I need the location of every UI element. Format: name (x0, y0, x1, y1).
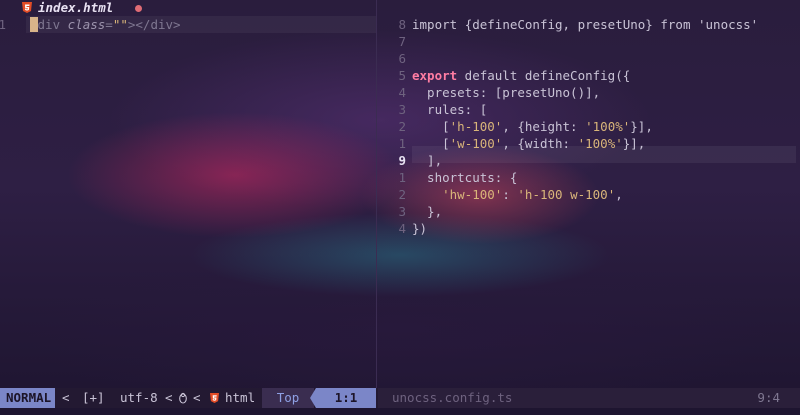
modified-flag: [+] (82, 390, 105, 405)
cursor-position: 1:1 (316, 388, 376, 408)
code-token: "" (112, 17, 128, 32)
command-line[interactable] (0, 408, 800, 415)
separator-1: < (165, 390, 173, 405)
code-token: }) (412, 221, 428, 236)
tabline: index.html (0, 0, 376, 16)
code-line[interactable]: import {defineConfig, presetUno} from 'u… (412, 16, 758, 33)
code-line[interactable]: rules: [ (412, 101, 487, 118)
code-token: 'unocss' (698, 17, 759, 32)
code-token: presets: [presetUno()], (412, 85, 601, 100)
line-number: 3 (398, 102, 406, 117)
right-cursor-position: 9:4 (757, 390, 780, 405)
html5-icon (22, 2, 32, 13)
statusline: NORMAL < [+] utf-8 < < html Top 1:1 unoc… (0, 388, 800, 408)
code-line[interactable]: ], (412, 152, 442, 169)
code-line[interactable]: <div class=""></div> (30, 16, 181, 33)
mode-separator: < (62, 390, 70, 405)
code-token: [ (412, 136, 450, 151)
code-token: }], (630, 119, 653, 134)
code-token: '100%' (585, 119, 631, 134)
right-filename: unocss.config.ts (392, 390, 513, 405)
code-token: = (105, 17, 113, 32)
filetype-label: html (225, 390, 256, 405)
code-token: '100%' (577, 136, 623, 151)
code-token: {defineConfig, presetUno} (464, 17, 653, 32)
line-number: 5 (398, 68, 406, 83)
code-token: [ (412, 119, 450, 134)
code-token: ></div> (127, 17, 181, 32)
line-number: 2 (398, 187, 406, 202)
line-number: 9 (398, 153, 406, 168)
code-line[interactable]: ['h-100', {height: '100%'}], (412, 118, 653, 135)
code-token: 'h-100 w-100' (517, 187, 616, 202)
line-number: 3 (398, 204, 406, 219)
code-token: div (37, 17, 61, 32)
code-token: }], (622, 136, 646, 151)
code-token: , {height: (502, 119, 586, 134)
code-token: 'w-100' (449, 136, 503, 151)
code-token: ], (412, 153, 443, 168)
code-line[interactable]: ['w-100', {width: '100%'}], (412, 135, 645, 152)
code-token: }, (412, 204, 443, 219)
mode-indicator: NORMAL (0, 388, 56, 408)
code-token: : (502, 187, 518, 202)
line-number: 1 (398, 170, 406, 185)
code-token: export (412, 68, 458, 83)
scroll-position: Top (262, 388, 314, 408)
code-line[interactable]: }) (412, 220, 427, 237)
code-line[interactable]: 'hw-100': 'h-100 w-100', (412, 186, 623, 203)
tab-filename[interactable]: index.html (38, 0, 113, 16)
modified-dot-icon (135, 5, 142, 12)
code-line[interactable]: }, (412, 203, 442, 220)
linux-penguin-icon (179, 392, 187, 404)
separator-2: < (193, 390, 201, 405)
code-line[interactable]: presets: [presetUno()], (412, 84, 600, 101)
code-line[interactable]: shortcuts: { (412, 169, 517, 186)
text-cursor (30, 17, 38, 32)
code-token: import (412, 17, 465, 32)
encoding-label: utf-8 (120, 390, 158, 405)
code-token: rules: [ (412, 102, 488, 117)
code-token: , (615, 187, 623, 202)
code-token: from (652, 17, 698, 32)
code-token: shortcuts: { (412, 170, 518, 185)
code-token: 'h-100' (449, 119, 503, 134)
code-token: class (67, 17, 106, 32)
window-separator (376, 0, 377, 388)
line-number: 1 (398, 136, 406, 151)
code-token: default defineConfig({ (457, 68, 631, 83)
line-number: 2 (398, 119, 406, 134)
code-line[interactable]: export default defineConfig({ (412, 67, 630, 84)
line-number: 8 (398, 17, 406, 32)
left-editor-pane[interactable]: index.html 1 <div class=""></div> (0, 0, 376, 388)
line-number: 6 (398, 51, 406, 66)
line-number: 1 (0, 17, 6, 32)
code-token: , {width: (502, 136, 578, 151)
line-number: 4 (398, 85, 406, 100)
line-number: 7 (398, 34, 406, 49)
line-number: 4 (398, 221, 406, 236)
code-token: 'hw-100' (442, 187, 503, 202)
html5-icon (210, 393, 219, 403)
